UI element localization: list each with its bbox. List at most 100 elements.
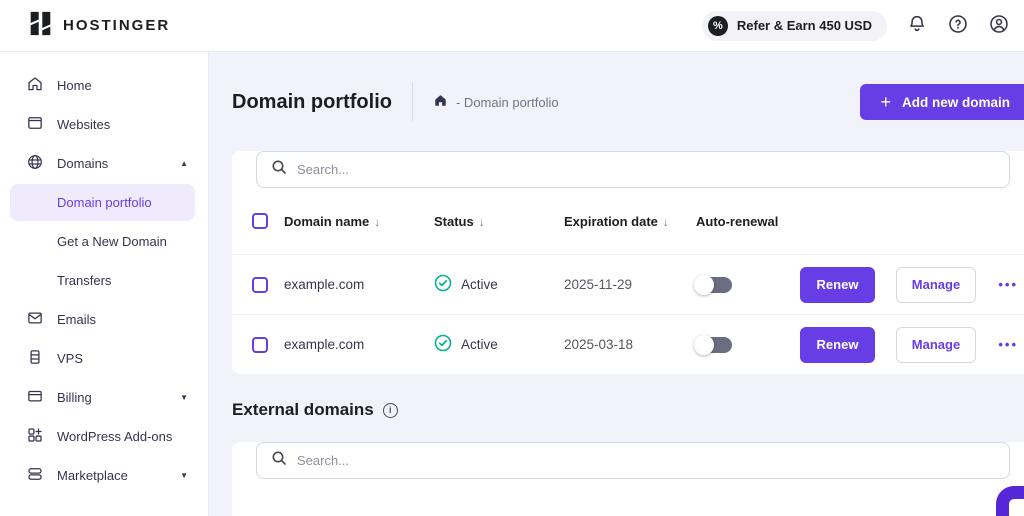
row-checkbox[interactable]	[252, 277, 268, 293]
external-domains-card	[232, 442, 1024, 516]
status-badge: Active	[461, 277, 498, 292]
sidebar-item-emails[interactable]: Emails	[0, 300, 208, 339]
table-row: example.com Active 2025-11-29 Renew Mana…	[232, 254, 1024, 314]
select-all-checkbox[interactable]	[252, 213, 268, 229]
sidebar-item-domains[interactable]: Domains ▲	[0, 144, 208, 183]
bell-icon	[906, 13, 928, 38]
sidebar-label: Websites	[57, 117, 188, 132]
breadcrumb-text: - Domain portfolio	[456, 95, 559, 110]
sidebar-item-marketplace[interactable]: Marketplace ▼	[0, 456, 208, 495]
grid-plus-icon	[26, 426, 44, 447]
chevron-up-icon: ▲	[180, 159, 188, 168]
sidebar-label: Home	[57, 78, 188, 93]
discount-badge-icon: %	[708, 16, 728, 36]
portfolio-search-input[interactable]	[297, 162, 995, 177]
sidebar-label: VPS	[57, 351, 188, 366]
sidebar-label: Billing	[57, 390, 167, 405]
refer-earn-label: Refer & Earn 450 USD	[737, 18, 872, 33]
domain-portfolio-card: Domain name ↓ Status ↓ Expiration date ↓ Au…	[232, 151, 1024, 374]
sidebar-item-websites[interactable]: Websites	[0, 105, 208, 144]
toggle-knob	[694, 275, 714, 295]
manage-button[interactable]: Manage	[896, 327, 976, 363]
check-circle-icon	[434, 334, 452, 355]
auto-renewal-toggle[interactable]	[696, 277, 732, 293]
table-row: example.com Active 2025-03-18 Renew Mana…	[232, 314, 1024, 374]
plus-icon: +	[880, 92, 891, 113]
chevron-down-icon: ▼	[180, 471, 188, 480]
sidebar-item-home[interactable]: Home	[0, 66, 208, 105]
renew-button[interactable]: Renew	[800, 267, 875, 303]
sidebar-label: Domains	[57, 156, 167, 171]
sidebar-label: Get a New Domain	[57, 234, 188, 249]
help-icon	[947, 13, 969, 38]
topbar: HOSTINGER % Refer & Earn 450 USD	[0, 0, 1024, 52]
refer-earn-button[interactable]: % Refer & Earn 450 USD	[702, 11, 887, 41]
domain-name-cell: example.com	[284, 277, 434, 292]
breadcrumb-home-icon[interactable]	[433, 93, 448, 111]
envelope-icon	[26, 309, 44, 330]
globe-icon	[26, 153, 44, 174]
divider	[412, 83, 413, 121]
sidebar-label: Domain portfolio	[57, 195, 175, 210]
home-icon	[26, 75, 44, 96]
brand-name: HOSTINGER	[63, 17, 170, 34]
domain-name-cell: example.com	[284, 337, 434, 352]
column-header-expiration-date[interactable]: Expiration date ↓	[564, 214, 696, 229]
status-badge: Active	[461, 337, 498, 352]
sort-arrow-icon: ↓	[374, 215, 380, 229]
status-cell: Active	[434, 274, 564, 295]
more-options-button[interactable]: •••	[998, 337, 1020, 352]
row-checkbox[interactable]	[252, 337, 268, 353]
marketplace-icon	[26, 465, 44, 486]
chevron-down-icon: ▼	[180, 393, 188, 402]
sort-arrow-icon: ↓	[479, 215, 485, 229]
credit-card-icon	[26, 387, 44, 408]
server-icon	[26, 348, 44, 369]
info-icon[interactable]: i	[383, 403, 398, 418]
external-search-input[interactable]	[297, 453, 995, 468]
sidebar-item-vps[interactable]: VPS	[0, 339, 208, 378]
column-label: Status	[434, 214, 474, 229]
toggle-knob	[694, 335, 714, 355]
table-header-row: Domain name ↓ Status ↓ Expiration date ↓ Au…	[232, 188, 1024, 254]
auto-renewal-toggle[interactable]	[696, 337, 732, 353]
sidebar-label: WordPress Add-ons	[57, 429, 188, 444]
manage-button[interactable]: Manage	[896, 267, 976, 303]
hostinger-logo-icon	[28, 11, 53, 41]
sidebar-item-billing[interactable]: Billing ▼	[0, 378, 208, 417]
more-options-button[interactable]: •••	[998, 277, 1020, 292]
chat-widget-button[interactable]	[996, 486, 1024, 516]
column-label: Domain name	[284, 214, 369, 229]
sidebar-item-domain-portfolio[interactable]: Domain portfolio	[10, 184, 195, 221]
portfolio-search	[256, 151, 1010, 188]
sidebar-item-get-new-domain[interactable]: Get a New Domain	[0, 222, 208, 261]
main-content: Domain portfolio - Domain portfolio + Ad…	[209, 52, 1024, 516]
search-icon	[271, 450, 287, 471]
sort-arrow-icon: ↓	[663, 215, 669, 229]
column-header-status[interactable]: Status ↓	[434, 214, 564, 229]
column-label: Auto-renewal	[696, 214, 778, 229]
external-domains-header: External domains i	[232, 400, 1024, 420]
external-search	[256, 442, 1010, 479]
column-label: Expiration date	[564, 214, 658, 229]
page-header: Domain portfolio - Domain portfolio + Ad…	[232, 84, 1024, 120]
sidebar-item-transfers[interactable]: Transfers	[0, 261, 208, 300]
sidebar-item-wordpress-addons[interactable]: WordPress Add-ons	[0, 417, 208, 456]
breadcrumb: - Domain portfolio	[433, 93, 559, 111]
profile-button[interactable]	[988, 13, 1010, 38]
hostinger-logo[interactable]: HOSTINGER	[28, 11, 170, 41]
page-title: Domain portfolio	[232, 91, 392, 114]
column-header-domain-name[interactable]: Domain name ↓	[284, 214, 434, 229]
notifications-button[interactable]	[906, 13, 928, 38]
expiration-date-cell: 2025-11-29	[564, 277, 696, 292]
sidebar: Home Websites Domains ▲ Dom	[0, 52, 209, 516]
check-circle-icon	[434, 274, 452, 295]
renew-button[interactable]: Renew	[800, 327, 875, 363]
column-header-auto-renewal: Auto-renewal	[696, 214, 800, 229]
browser-window-icon	[26, 114, 44, 135]
expiration-date-cell: 2025-03-18	[564, 337, 696, 352]
help-button[interactable]	[947, 13, 969, 38]
sidebar-label: Marketplace	[57, 468, 167, 483]
add-new-domain-button[interactable]: + Add new domain	[860, 84, 1024, 120]
search-icon	[271, 159, 287, 180]
